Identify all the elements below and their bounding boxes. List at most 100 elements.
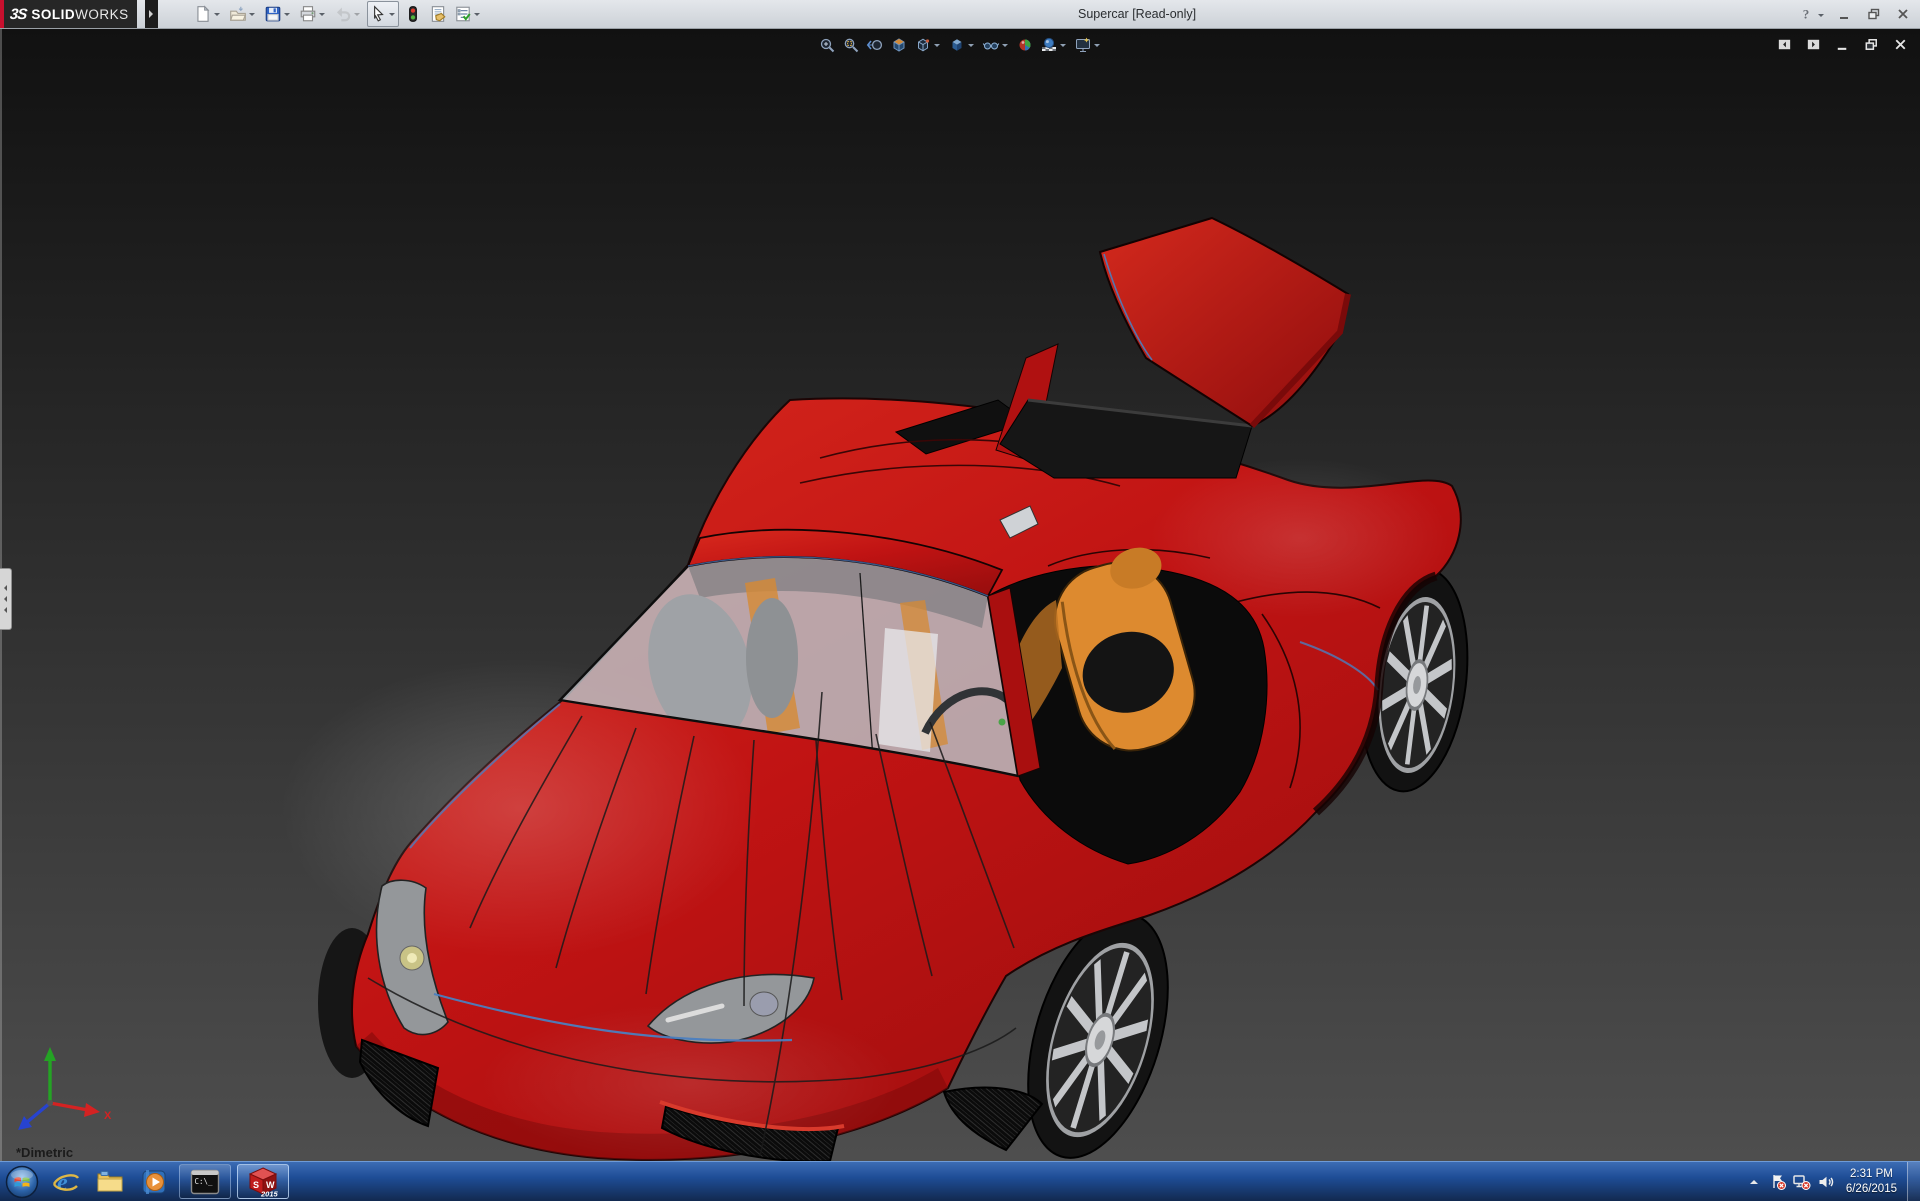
dropdown-caret-icon[interactable] <box>318 13 325 19</box>
save-button[interactable] <box>262 1 294 27</box>
model-supercar[interactable] <box>0 28 1920 1161</box>
document-close-button[interactable] <box>1890 32 1912 58</box>
save-icon <box>264 5 282 23</box>
windows-explorer-button[interactable] <box>88 1162 132 1201</box>
action-center-button[interactable] <box>1766 1162 1790 1201</box>
file-properties-button[interactable] <box>427 1 449 27</box>
solidworks-logo[interactable]: 3S SOLID WORKS <box>0 0 137 28</box>
section-view-button[interactable] <box>888 33 910 57</box>
document-title: Supercar [Read-only] <box>1078 7 1197 21</box>
orientation-triad[interactable]: X <box>10 1039 114 1135</box>
edit-appearance-icon <box>1016 36 1034 54</box>
restore-icon <box>1866 6 1884 24</box>
apply-scene-button[interactable] <box>1038 33 1070 57</box>
clock-date: 6/26/2015 <box>1845 1182 1897 1195</box>
file-properties-icon <box>429 5 447 23</box>
document-minimize-button[interactable] <box>1832 32 1854 58</box>
dropdown-caret-icon[interactable] <box>1094 44 1100 50</box>
window-controls: ? <box>1796 2 1915 28</box>
select-icon <box>369 5 387 23</box>
brand-text-solid: SOLID <box>31 6 76 22</box>
collapse-right-pane-button[interactable] <box>1803 32 1825 58</box>
display-style-icon <box>948 36 966 54</box>
dropdown-caret-icon[interactable] <box>473 13 480 19</box>
dropdown-caret-icon[interactable] <box>1002 44 1008 50</box>
help-button[interactable]: ? <box>1796 2 1828 28</box>
media-player-button[interactable] <box>132 1162 176 1201</box>
previous-view-button[interactable] <box>864 33 886 57</box>
minimize-button[interactable] <box>1835 2 1857 28</box>
view-settings-button[interactable] <box>1072 33 1104 57</box>
view-orientation-button[interactable] <box>912 33 944 57</box>
network-status-button[interactable] <box>1790 1162 1814 1201</box>
zoom-to-fit-button[interactable] <box>816 33 838 57</box>
solidworks-button[interactable]: S W 2015 <box>237 1164 289 1199</box>
options-icon <box>454 5 472 23</box>
zoom-to-area-button[interactable] <box>840 33 862 57</box>
pane-left-icon <box>1776 36 1794 54</box>
dropdown-caret-icon[interactable] <box>1060 44 1066 50</box>
menu-expand-arrow[interactable] <box>144 0 158 28</box>
graphics-area[interactable]: X *Dimetric <box>0 28 1920 1161</box>
select-button[interactable] <box>366 1 399 27</box>
title-bar: 3S SOLID WORKS Supercar [Read-only] ? <box>0 0 1920 29</box>
windows-start-icon <box>5 1165 39 1198</box>
brand-accent-bar <box>0 0 4 28</box>
doc-minimize-icon <box>1834 36 1852 54</box>
display-style-button[interactable] <box>946 33 978 57</box>
brand-text-works: WORKS <box>75 6 129 22</box>
internet-explorer-icon: e <box>52 1170 80 1196</box>
dropdown-caret-icon[interactable] <box>353 13 360 19</box>
edit-appearance-button[interactable] <box>1014 33 1036 57</box>
chevron-up-icon <box>1749 1179 1758 1184</box>
new-document-button[interactable] <box>192 1 224 27</box>
pane-right-icon <box>1805 36 1823 54</box>
restore-button[interactable] <box>1864 2 1886 28</box>
close-button[interactable] <box>1893 2 1915 28</box>
front-grille-right[interactable] <box>942 1086 1044 1152</box>
gullwing-door[interactable] <box>995 216 1351 479</box>
sw-letter-s: S <box>253 1180 259 1190</box>
flag-alert-icon <box>1773 1174 1786 1190</box>
arrow-left-icon <box>1 607 7 613</box>
solidworks-2015-icon: S W 2015 <box>248 1166 279 1198</box>
solidworks-3s-icon: 3S <box>9 5 28 23</box>
hidden-icons-button[interactable] <box>1742 1162 1766 1201</box>
command-prompt-icon: C:\_ <box>190 1169 220 1194</box>
dropdown-caret-icon[interactable] <box>248 13 255 19</box>
open-button[interactable] <box>227 1 259 27</box>
collapse-left-pane-button[interactable] <box>1774 32 1796 58</box>
view-orientation-icon <box>914 36 932 54</box>
taskbar-clock[interactable]: 2:31 PM 6/26/2015 <box>1846 1167 1897 1197</box>
dropdown-caret-icon[interactable] <box>388 13 395 19</box>
command-prompt-button[interactable]: C:\_ <box>179 1164 231 1199</box>
folder-icon <box>97 1170 123 1191</box>
start-button[interactable] <box>0 1162 44 1201</box>
view-settings-icon <box>1074 36 1092 54</box>
system-tray: 2:31 PM 6/26/2015 <box>1742 1162 1920 1201</box>
close-icon <box>1895 6 1913 24</box>
print-button[interactable] <box>297 1 329 27</box>
dropdown-caret-icon[interactable] <box>968 44 974 50</box>
hide-show-items-button[interactable] <box>980 33 1012 57</box>
options-button[interactable] <box>452 1 484 27</box>
show-desktop-button[interactable] <box>1907 1162 1920 1201</box>
featuremanager-flyout-tab[interactable] <box>0 568 12 630</box>
document-restore-button[interactable] <box>1861 32 1883 58</box>
dropdown-caret-icon[interactable] <box>213 13 220 19</box>
zoom-to-area-icon <box>842 36 860 54</box>
sw-year-badge: 2015 <box>260 1189 279 1198</box>
rebuild-button[interactable] <box>402 1 424 27</box>
internet-explorer-button[interactable]: e <box>44 1162 88 1201</box>
arrow-left-icon <box>1 585 7 591</box>
zoom-to-fit-icon <box>818 36 836 54</box>
media-player-icon <box>142 1169 166 1194</box>
rebuild-icon <box>404 5 422 23</box>
dropdown-caret-icon[interactable] <box>934 44 940 50</box>
dropdown-caret-icon[interactable] <box>1818 14 1824 20</box>
volume-button[interactable] <box>1814 1162 1838 1201</box>
undo-button[interactable] <box>332 1 364 27</box>
help-icon: ? <box>1798 6 1816 24</box>
cmd-prompt-text: C:\_ <box>195 1177 214 1186</box>
dropdown-caret-icon[interactable] <box>283 13 290 19</box>
